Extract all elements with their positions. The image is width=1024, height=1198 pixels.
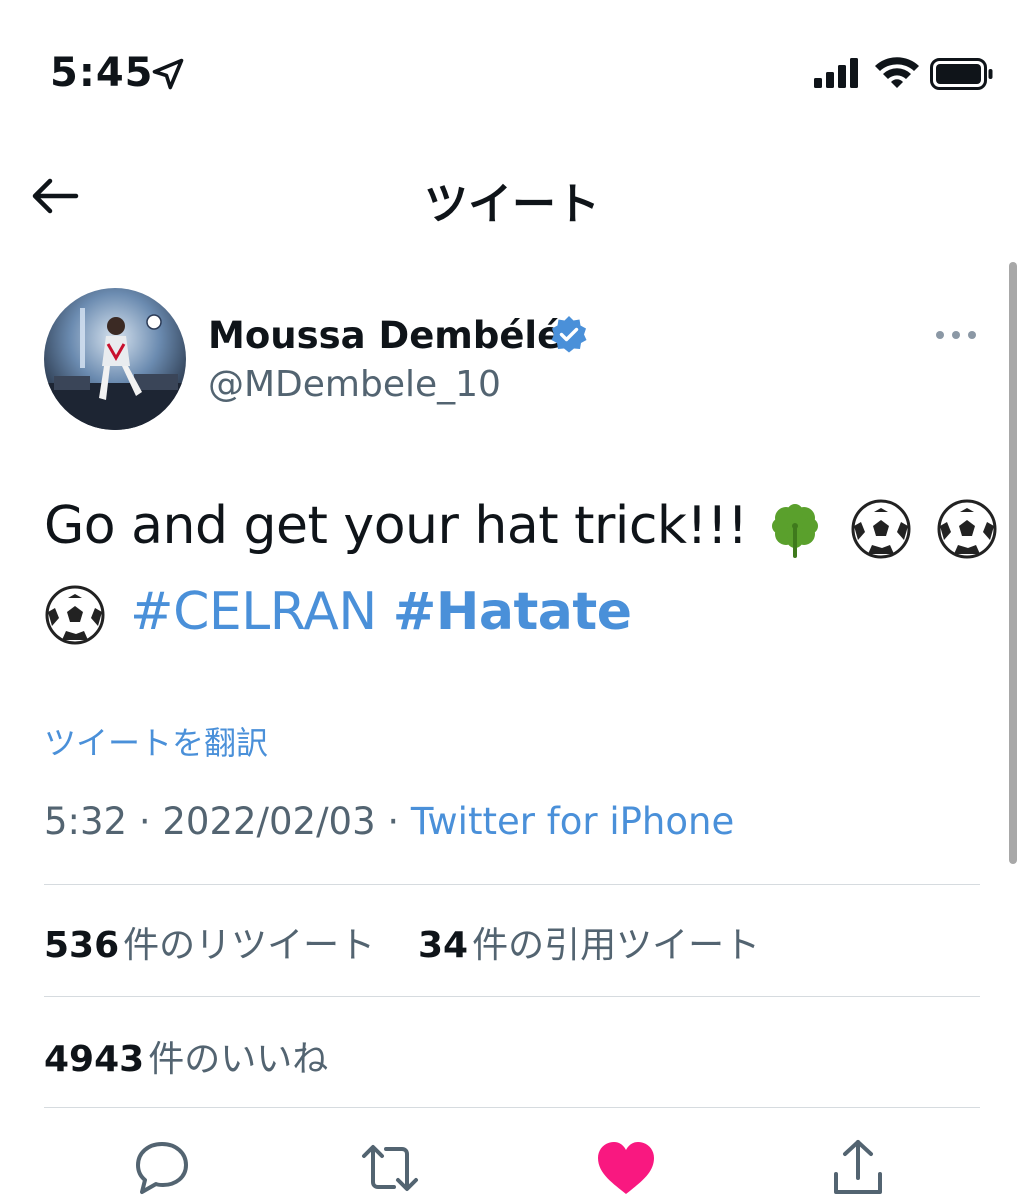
soccer-ball-icon <box>851 499 911 559</box>
divider <box>44 1107 980 1108</box>
likes-count[interactable]: 4943 件のいいね <box>44 1030 328 1082</box>
wifi-icon <box>875 57 919 88</box>
tweet-text-line-2: #CELRAN #Hatate <box>44 580 632 646</box>
likes-number: 4943 <box>44 1039 145 1080</box>
hashtag-link[interactable]: #CELRAN <box>130 582 377 642</box>
retweets-label: 件のリツイート <box>123 925 376 966</box>
cellular-signal-icon <box>814 58 858 88</box>
share-upload-icon <box>834 1140 882 1194</box>
more-options-icon[interactable] <box>930 322 982 348</box>
divider <box>44 996 980 997</box>
retweet-arrows-icon <box>362 1145 418 1191</box>
retweets-count[interactable]: 536 件のリツイート <box>44 916 375 968</box>
divider <box>44 884 980 885</box>
retweets-number: 536 <box>44 925 120 966</box>
quote-tweets-label: 件の引用ツイート <box>472 925 761 966</box>
share-button[interactable] <box>828 1138 888 1198</box>
avatar[interactable] <box>44 288 186 430</box>
scrollbar[interactable] <box>1009 262 1017 864</box>
like-button[interactable] <box>596 1138 656 1198</box>
tweet-timestamp: 5:32 · 2022/02/03 · <box>44 800 411 843</box>
quote-tweets-count[interactable]: 34 件の引用ツイート <box>418 916 760 968</box>
location-arrow-icon <box>152 58 184 90</box>
translate-tweet-link[interactable]: ツイートを翻訳 <box>44 718 268 764</box>
tweet-text: Go and get your hat trick!!! <box>44 496 748 556</box>
four-leaf-clover-icon <box>771 504 818 558</box>
soccer-ball-icon <box>937 499 997 559</box>
author-display-name[interactable]: Moussa Dembélé <box>208 314 562 357</box>
author-handle[interactable]: @MDembele_10 <box>208 364 501 405</box>
hashtag-link[interactable]: #Hatate <box>393 582 632 642</box>
status-time: 5:45 <box>50 50 154 96</box>
soccer-ball-icon <box>45 585 105 645</box>
likes-label: 件のいいね <box>148 1039 329 1080</box>
heart-icon <box>598 1142 654 1194</box>
page-title: ツイート <box>424 179 600 230</box>
retweet-button[interactable] <box>360 1138 420 1198</box>
battery-icon <box>930 58 993 90</box>
avatar-photo <box>44 288 186 430</box>
verified-badge-icon <box>551 316 587 353</box>
speech-bubble-icon <box>136 1142 188 1194</box>
quote-tweets-number: 34 <box>418 925 469 966</box>
tweet-source-link[interactable]: Twitter for iPhone <box>411 800 734 843</box>
reply-button[interactable] <box>132 1138 192 1198</box>
tweet-text-line-1: Go and get your hat trick!!! <box>44 494 1006 560</box>
tweet-meta: 5:32 · 2022/02/03 · Twitter for iPhone <box>44 800 734 843</box>
